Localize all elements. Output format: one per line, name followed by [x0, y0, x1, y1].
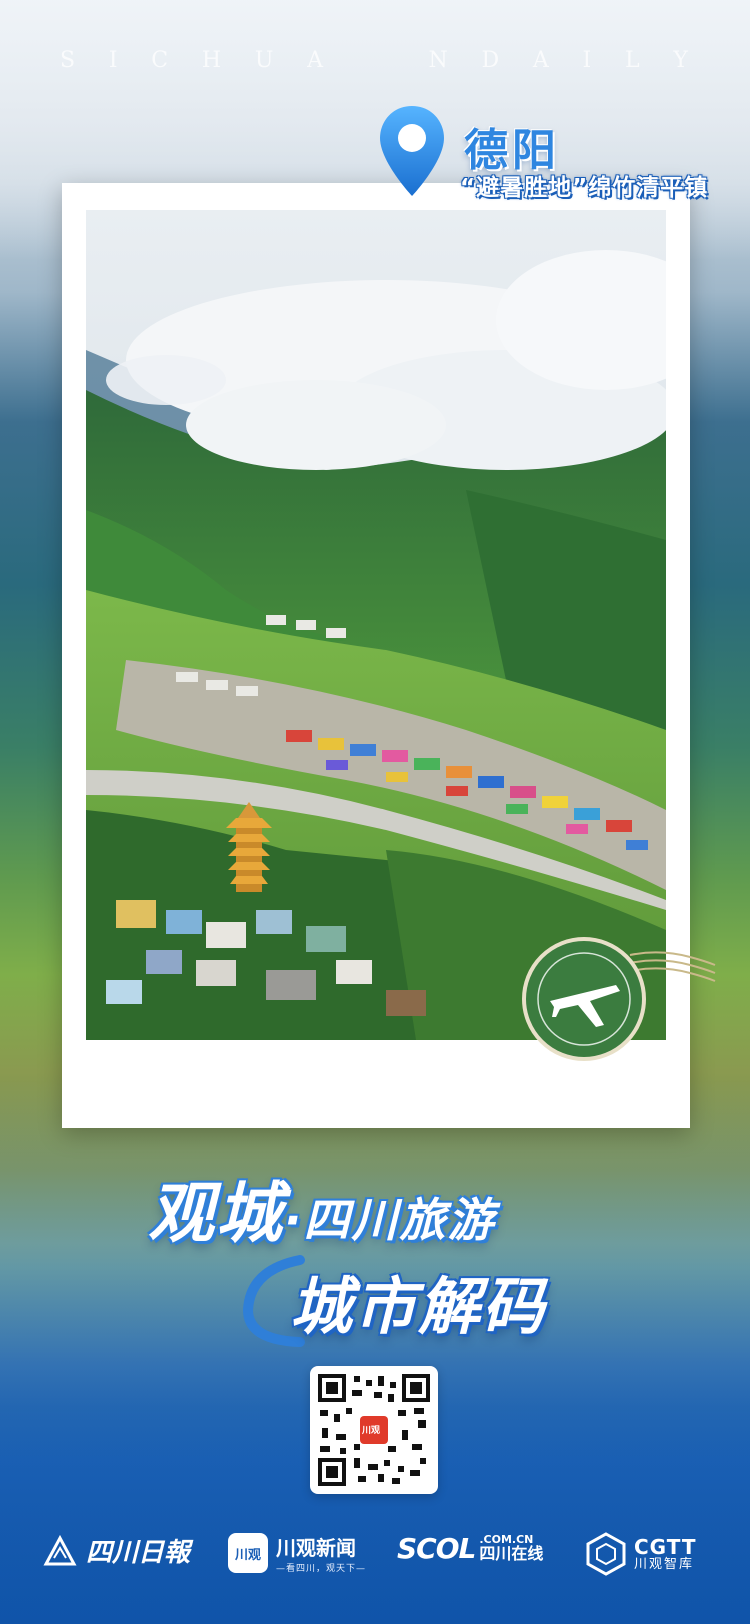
footer-logos: 四川日報 川观 川观新闻 —看四川，观天下— SCOL .COM.CN 四川在线… — [0, 1520, 750, 1590]
cgtt-cn-text: 川观智库 — [634, 1556, 695, 1572]
wm-letter: H — [201, 48, 224, 73]
scol-logo[interactable]: SCOL .COM.CN 四川在线 — [397, 1532, 543, 1565]
location-pin-icon — [380, 106, 444, 196]
wm-letter: C — [151, 48, 171, 73]
chuanguan-tagline: —看四川，观天下— — [276, 1564, 367, 1574]
qr-center-label: 川观 — [362, 1426, 381, 1436]
sichuan-daily-text: 四川日報 — [86, 1538, 191, 1568]
cgtt-cube-icon — [586, 1532, 626, 1576]
wm-letter: I — [582, 48, 594, 73]
title-line-2: 城市解码 — [290, 1270, 547, 1343]
title-sichuan-tourism: ·四川旅游 — [284, 1193, 496, 1247]
cgtt-logo[interactable]: CGTT 川观智库 — [584, 1532, 697, 1576]
title-graphic: 观城·四川旅游 城市解码 — [140, 1160, 600, 1360]
landscape-photo — [86, 210, 666, 1040]
scol-cn-text: 四川在线 — [479, 1543, 544, 1563]
wm-letter: Y — [673, 48, 690, 73]
wm-letter: L — [624, 48, 642, 73]
wm-letter: D — [481, 48, 502, 73]
qr-code[interactable]: 川观 — [310, 1366, 438, 1494]
chuanguan-news-logo[interactable]: 川观 川观新闻 —看四川，观天下— — [228, 1532, 366, 1574]
wm-letter: A — [532, 48, 551, 73]
title-guancheng: 观城 — [148, 1175, 284, 1252]
chuanguan-badge-text: 川观 — [234, 1547, 261, 1563]
wm-letter: A — [307, 48, 325, 73]
title-line-1: 观城·四川旅游 — [148, 1160, 495, 1256]
wm-letter: S — [60, 48, 78, 73]
sichuan-daily-logo[interactable]: 四川日報 — [40, 1532, 190, 1569]
sichuan-daily-emblem-icon — [43, 1534, 77, 1565]
chuanguan-badge: 川观 — [228, 1533, 268, 1573]
scol-main-text: SCOL — [397, 1532, 476, 1565]
airplane-postmark-stamp — [522, 937, 716, 1061]
wm-letter: U — [254, 48, 276, 73]
wm-letter: N — [428, 48, 450, 73]
wm-letter: I — [108, 48, 120, 73]
chuanguan-news-text: 川观新闻 — [276, 1536, 356, 1560]
sichuan-daily-watermark: S I C H U A N D A I L Y — [60, 48, 690, 73]
cgtt-main-text: CGTT — [634, 1534, 697, 1559]
location-subtitle: “避暑胜地”绵竹清平镇 — [460, 175, 709, 201]
